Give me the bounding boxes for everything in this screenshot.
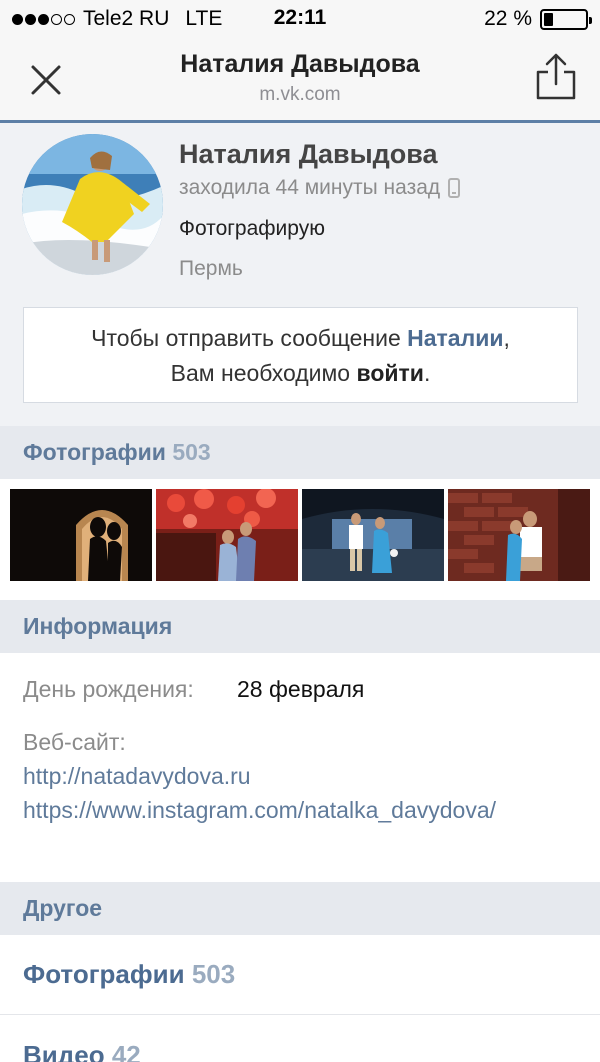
photo-thumbnail[interactable]: [156, 489, 298, 581]
page-url[interactable]: m.vk.com: [0, 84, 600, 106]
mobile-phone-icon: [448, 178, 461, 198]
notice-text-1: Чтобы отправить сообщение: [91, 325, 408, 351]
other-item-videos-count: 42: [111, 1040, 141, 1062]
birthday-label: День рождения:: [23, 676, 194, 702]
share-icon: [536, 53, 576, 100]
other-section-header: Другое: [0, 882, 600, 935]
website-link[interactable]: http://natadavydova.ru: [23, 759, 583, 793]
website-label: Веб-сайт:: [23, 729, 126, 755]
photo-thumbnail[interactable]: [448, 489, 590, 581]
notice-text-2: Вам необходимо: [170, 360, 357, 386]
other-item-videos[interactable]: Видео 42: [0, 1016, 600, 1062]
info-section-title: Информация: [23, 613, 173, 639]
status-bar: Tele2 RU LTE 22:11 22 %: [0, 0, 600, 38]
last-seen-text: заходила 44 минуты назад: [179, 176, 441, 199]
battery-icon: [540, 8, 592, 30]
last-seen: заходила 44 минуты назад: [179, 176, 461, 200]
birthday-value: 28 февраля: [237, 676, 365, 702]
status-right: 22 %: [484, 6, 592, 32]
photos-count: 503: [172, 439, 211, 465]
photos-section-header[interactable]: Фотографии 503: [0, 426, 600, 479]
profile-status: Фотографирую: [179, 217, 325, 240]
share-button[interactable]: [534, 52, 578, 102]
photos-title: Фотографии: [23, 439, 166, 465]
profile-section: Наталия Давыдова заходила 44 минуты наза…: [0, 123, 600, 426]
other-item-label: Фотографии 503: [23, 959, 235, 990]
photo-thumbnail[interactable]: [302, 489, 444, 581]
battery-percent: 22 %: [484, 7, 532, 30]
other-item-photos-count: 503: [191, 959, 236, 989]
photo-thumbnail[interactable]: [10, 489, 152, 581]
info-section: День рождения: 28 февраля Веб-сайт: http…: [0, 653, 600, 881]
notice-period: .: [423, 360, 431, 386]
photos-section-title: Фотографии 503: [23, 439, 211, 466]
profile-name-link[interactable]: Наталии: [407, 325, 503, 351]
profile-name: Наталия Давыдова: [179, 139, 438, 169]
other-item-photos[interactable]: Фотографии 503: [0, 935, 600, 1015]
other-item-label: Видео 42: [23, 1040, 141, 1062]
profile-city: Пермь: [179, 257, 243, 280]
page-title: Наталия Давыдова: [180, 50, 420, 78]
other-section: Фотографии 503 Видео 42: [0, 935, 600, 1062]
photos-row: [0, 479, 600, 600]
instagram-link[interactable]: https://www.instagram.com/natalka_davydo…: [23, 793, 583, 827]
avatar[interactable]: [22, 134, 163, 275]
other-item-photos-label: Фотографии: [23, 959, 185, 989]
info-section-header: Информация: [0, 600, 600, 653]
other-item-videos-label: Видео: [23, 1040, 105, 1062]
other-section-title: Другое: [23, 895, 103, 921]
browser-header: Наталия Давыдова m.vk.com: [0, 38, 600, 120]
notice-comma: ,: [503, 325, 510, 351]
send-message-notice: Чтобы отправить сообщение Наталии, Вам н…: [23, 307, 578, 403]
login-link[interactable]: войти: [357, 360, 424, 386]
